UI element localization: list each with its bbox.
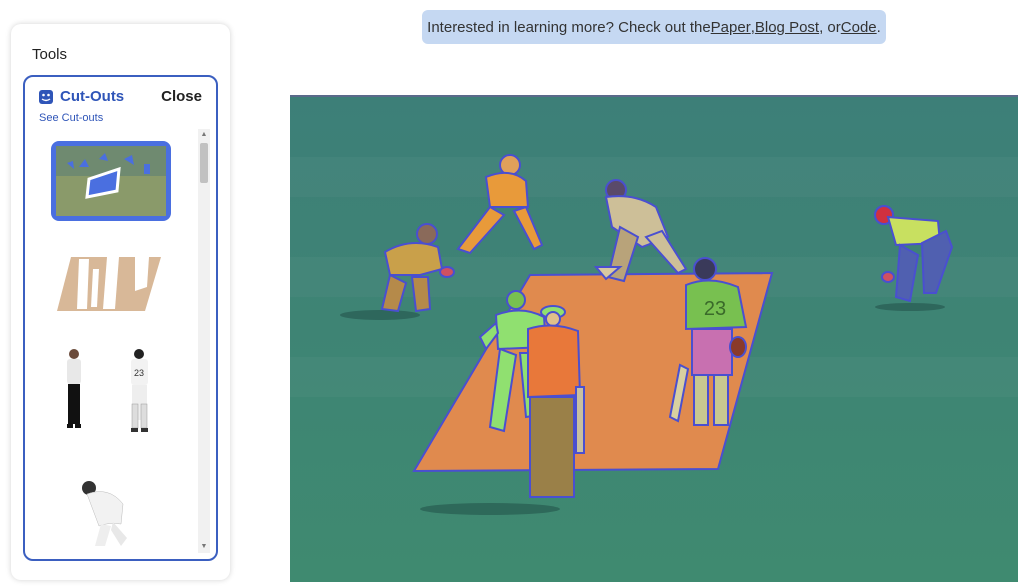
- cutouts-header: Cut-Outs: [38, 88, 124, 105]
- scroll-thumb[interactable]: [200, 143, 208, 183]
- scroll-up-arrow-icon[interactable]: ▲: [198, 129, 210, 141]
- scroll-down-arrow-icon[interactable]: ▼: [198, 541, 210, 553]
- tools-panel: Tools Cut-Outs Close See Cut-outs 23 ▲ ▼: [11, 24, 230, 580]
- banner-suffix: .: [876, 18, 881, 36]
- cutouts-panel: Cut-Outs Close See Cut-outs 23 ▲ ▼: [23, 75, 218, 561]
- banner-text: Interested in learning more? Check out t…: [427, 18, 711, 36]
- cutouts-list[interactable]: 23: [39, 129, 203, 553]
- player-number: 23: [704, 298, 726, 320]
- cutout-thumbnail-fielder[interactable]: [49, 474, 173, 553]
- tools-title: Tools: [32, 46, 68, 63]
- player-number: 23: [134, 368, 144, 378]
- cutout-thumbnail-players[interactable]: 23: [49, 344, 173, 454]
- see-cutouts-link[interactable]: See Cut-outs: [39, 112, 103, 124]
- code-link[interactable]: Code: [841, 19, 877, 36]
- cutouts-title: Cut-Outs: [60, 88, 125, 105]
- banner-separator: , or: [819, 18, 841, 36]
- scrollbar[interactable]: ▲ ▼: [198, 129, 210, 553]
- paper-link[interactable]: Paper: [711, 19, 751, 36]
- cutout-thumbnail-pitch[interactable]: [49, 249, 173, 319]
- blog-post-link[interactable]: Blog Post: [755, 19, 819, 36]
- info-banner: Interested in learning more? Check out t…: [422, 10, 886, 44]
- cutout-icon: [38, 89, 54, 105]
- close-button[interactable]: Close: [161, 88, 202, 105]
- cutout-thumbnail-field[interactable]: [49, 139, 173, 223]
- segmented-image[interactable]: 23: [290, 95, 1018, 582]
